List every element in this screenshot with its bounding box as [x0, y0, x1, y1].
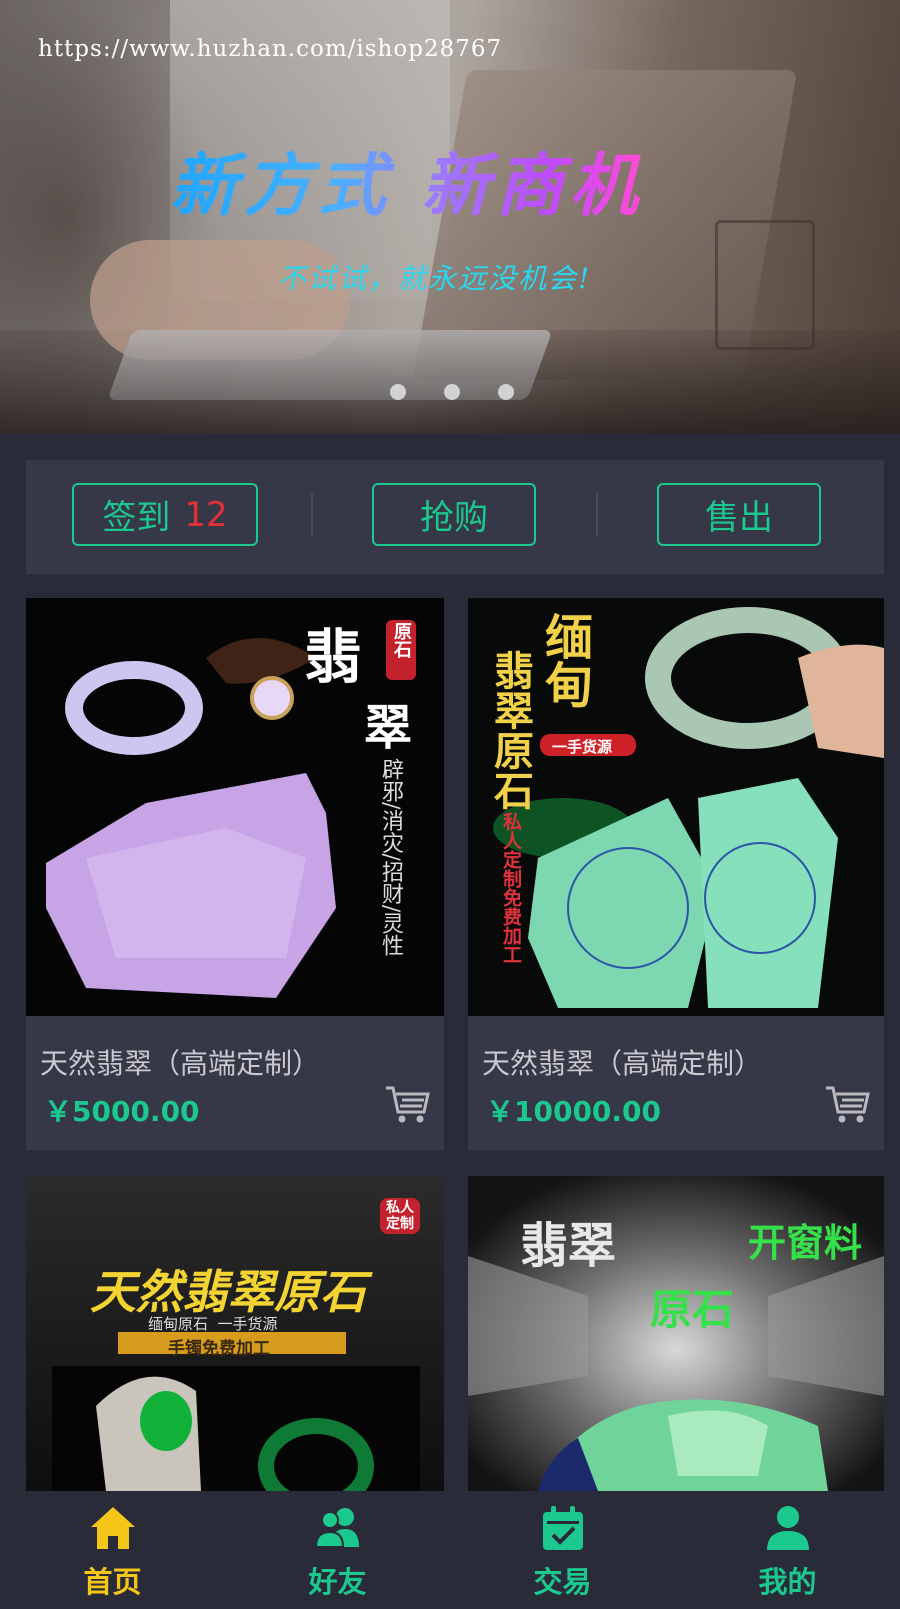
bottom-tab-bar: 首页 好友 交易 我的 — [0, 1491, 900, 1609]
tab-label: 首页 — [83, 1565, 142, 1599]
product-image[interactable]: 缅甸 翡翠原石 一手货源 私人定制免费加工 — [468, 598, 884, 1016]
banner-headline: 新方式 新商机 — [170, 130, 644, 229]
flash-buy-label: 抢购 — [420, 498, 488, 538]
image-tag: 私人定制 — [386, 1200, 414, 1232]
image-text-cui: 翠 — [364, 700, 413, 756]
tab-trade[interactable]: 交易 — [450, 1491, 675, 1609]
image-tag: 一手货源 — [552, 738, 613, 756]
image-side-text: 辟邪/消灾/招财/灵性 — [378, 758, 403, 957]
tab-me[interactable]: 我的 — [675, 1491, 900, 1609]
watermark-url: https://www.huzhan.com/ishop28767 — [38, 36, 503, 62]
home-icon — [90, 1507, 135, 1549]
hero-banner[interactable]: https://www.huzhan.com/ishop28767 新方式 新商… — [0, 0, 900, 434]
product-price: ￥5000.00 — [44, 1095, 200, 1128]
signin-count: 12 — [184, 494, 228, 535]
user-icon — [766, 1506, 809, 1550]
tab-label: 好友 — [308, 1565, 367, 1599]
tab-label: 我的 — [758, 1565, 817, 1599]
tab-home[interactable]: 首页 — [0, 1491, 225, 1609]
sell-label: 售出 — [705, 498, 773, 538]
image-band-text: 手镯免费加工 — [168, 1339, 270, 1359]
signin-label: 签到 — [102, 498, 171, 538]
flash-buy-button[interactable]: 抢购 — [372, 483, 536, 546]
banner-subline: 不试试，就永远没机会! — [278, 262, 592, 295]
product-image[interactable]: 翡翠 开窗料 原石 — [468, 1176, 884, 1491]
image-text-vertical: 翡翠原石 — [487, 650, 534, 810]
product-price: ￥10000.00 — [486, 1095, 662, 1128]
cart-icon[interactable] — [824, 1084, 870, 1124]
image-text-raw: 原石 — [650, 1285, 735, 1334]
tab-friends[interactable]: 好友 — [225, 1491, 450, 1609]
trade-calendar-icon — [542, 1506, 583, 1550]
product-image[interactable]: 天然翡翠原石 缅甸原石 一手货源 手镯免费加工 私人定制 — [26, 1176, 444, 1491]
friends-icon — [314, 1508, 359, 1548]
carousel-dot[interactable] — [498, 384, 514, 400]
product-card[interactable]: 翡翠 开窗料 原石 — [468, 1176, 884, 1491]
image-text-fei: 翡 — [304, 623, 363, 691]
image-text-burma: 缅甸 — [536, 612, 592, 708]
product-title: 天然翡翠（高端定制） — [40, 1047, 321, 1080]
product-card[interactable]: 缅甸 翡翠原石 一手货源 私人定制免费加工 天然翡翠（高端定制） ￥10000.… — [468, 598, 884, 1150]
image-text-feicui: 翡翠 — [520, 1218, 617, 1274]
divider — [311, 493, 313, 537]
sell-button[interactable]: 售出 — [657, 483, 821, 546]
divider — [596, 493, 598, 537]
product-card[interactable]: 翡 翠 原石 辟邪/消灾/招财/灵性 天然翡翠（高端定制） ￥5000.00 — [26, 598, 444, 1150]
image-side-text: 私人定制免费加工 — [500, 812, 522, 964]
signin-button[interactable]: 签到 12 — [72, 483, 258, 546]
image-subtext: 缅甸原石 一手货源 — [148, 1315, 278, 1333]
carousel-dots[interactable] — [390, 384, 514, 400]
product-title: 天然翡翠（高端定制） — [482, 1047, 763, 1080]
carousel-dot[interactable] — [390, 384, 406, 400]
carousel-dot[interactable] — [444, 384, 460, 400]
cart-icon[interactable] — [384, 1084, 430, 1124]
image-text-window: 开窗料 — [748, 1220, 863, 1265]
product-card[interactable]: 天然翡翠原石 缅甸原石 一手货源 手镯免费加工 私人定制 — [26, 1176, 444, 1491]
product-image[interactable]: 翡 翠 原石 辟邪/消灾/招财/灵性 — [26, 598, 444, 1016]
action-bar: 签到 12 抢购 售出 — [26, 460, 884, 574]
tab-label: 交易 — [533, 1565, 592, 1599]
image-tag: 原石 — [391, 622, 412, 658]
